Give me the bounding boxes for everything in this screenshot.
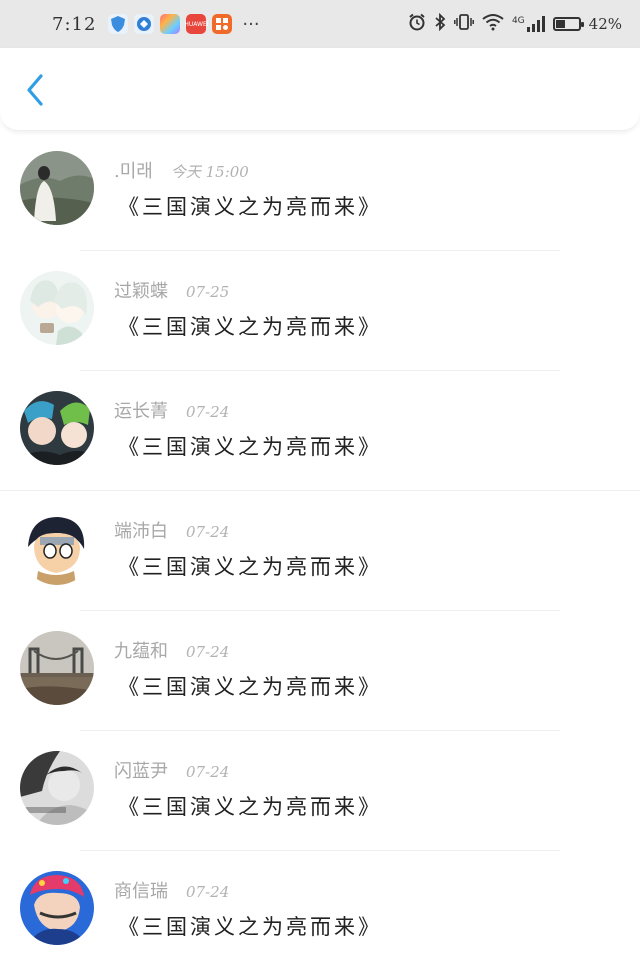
avatar[interactable] bbox=[20, 151, 94, 225]
signal-icon bbox=[526, 16, 545, 32]
sender-name: 闪蓝尹 bbox=[114, 761, 168, 782]
avatar[interactable] bbox=[20, 751, 94, 825]
message-row[interactable]: 端沛白 07-24 《三国演义之为亮而来》 bbox=[0, 491, 640, 611]
message-text: 《三国演义之为亮而来》 bbox=[118, 915, 382, 939]
message-row[interactable]: 商信瑞 07-24 《三国演义之为亮而来》 bbox=[0, 851, 640, 971]
message-text: 《三国演义之为亮而来》 bbox=[118, 195, 382, 219]
sender-line: 九蕴和 07-24 bbox=[114, 637, 229, 663]
wifi-icon bbox=[482, 13, 504, 35]
sender-line: 端沛白 07-24 bbox=[114, 517, 229, 543]
store-app-icon bbox=[212, 14, 233, 34]
avatar[interactable] bbox=[20, 271, 94, 345]
back-button[interactable] bbox=[18, 72, 52, 108]
message-date: 今天 15:00 bbox=[170, 163, 249, 181]
more-notifications-icon: ··· bbox=[242, 13, 260, 35]
status-right: 4G 42% bbox=[408, 12, 622, 35]
vibrate-icon bbox=[454, 13, 474, 35]
sender-name: 运长菁 bbox=[114, 401, 168, 422]
sender-name: 端沛白 bbox=[114, 521, 168, 542]
avatar[interactable] bbox=[20, 391, 94, 465]
huawei-app-icon: HUAWEI bbox=[184, 14, 209, 34]
message-row[interactable]: 运长菁 07-24 《三国演义之为亮而来》 bbox=[0, 371, 640, 491]
alarm-icon bbox=[408, 13, 426, 35]
message-text: 《三国演义之为亮而来》 bbox=[118, 435, 382, 459]
battery-fill bbox=[555, 20, 565, 28]
cell-signal: 4G bbox=[512, 16, 545, 32]
sender-name: 九蕴和 bbox=[114, 641, 168, 662]
battery-percentage: 42% bbox=[588, 15, 622, 33]
sender-name: 商信瑞 bbox=[114, 881, 168, 902]
sender-line: 闪蓝尹 07-24 bbox=[114, 757, 229, 783]
message-date: 07-24 bbox=[186, 763, 230, 781]
navigation-bar bbox=[0, 48, 640, 131]
browser-app-icon bbox=[134, 14, 155, 34]
message-row[interactable]: 过颖蝶 07-25 《三国演义之为亮而来》 bbox=[0, 251, 640, 371]
message-row[interactable]: 闪蓝尹 07-24 《三国演义之为亮而来》 bbox=[0, 731, 640, 851]
battery-icon bbox=[552, 17, 584, 31]
sender-line: .미래 今天 15:00 bbox=[114, 157, 249, 183]
sender-line: 过颖蝶 07-25 bbox=[114, 277, 229, 303]
sender-name: .미래 bbox=[114, 161, 153, 182]
sender-line: 运长菁 07-24 bbox=[114, 397, 229, 423]
status-time: 7:12 bbox=[52, 13, 97, 35]
sender-name: 过颖蝶 bbox=[114, 281, 168, 302]
message-date: 07-24 bbox=[186, 523, 230, 541]
status-bar: 7:12 HUAWEI ··· 4G 42% bbox=[0, 0, 640, 48]
avatar[interactable] bbox=[20, 511, 94, 585]
message-date: 07-24 bbox=[186, 403, 230, 421]
message-date: 07-24 bbox=[186, 883, 230, 901]
shield-app-icon bbox=[108, 14, 129, 34]
gallery-app-icon bbox=[160, 14, 181, 34]
message-date: 07-24 bbox=[186, 643, 230, 661]
network-type-label: 4G bbox=[511, 16, 525, 26]
message-list: .미래 今天 15:00 《三国演义之为亮而来》 过颖蝶 07-25 《三国演义… bbox=[0, 131, 640, 971]
message-date: 07-25 bbox=[186, 283, 230, 301]
message-text: 《三国演义之为亮而来》 bbox=[118, 795, 382, 819]
message-text: 《三国演义之为亮而来》 bbox=[118, 315, 382, 339]
message-row[interactable]: .미래 今天 15:00 《三国演义之为亮而来》 bbox=[0, 131, 640, 251]
message-text: 《三国演义之为亮而来》 bbox=[118, 675, 382, 699]
sender-line: 商信瑞 07-24 bbox=[114, 877, 229, 903]
avatar[interactable] bbox=[20, 631, 94, 705]
avatar[interactable] bbox=[20, 871, 94, 945]
message-text: 《三国演义之为亮而来》 bbox=[118, 555, 382, 579]
bluetooth-icon bbox=[434, 12, 446, 35]
chevron-left-icon bbox=[27, 74, 43, 106]
status-left: 7:12 HUAWEI ··· bbox=[52, 14, 260, 35]
message-row[interactable]: 九蕴和 07-24 《三国演义之为亮而来》 bbox=[0, 611, 640, 731]
